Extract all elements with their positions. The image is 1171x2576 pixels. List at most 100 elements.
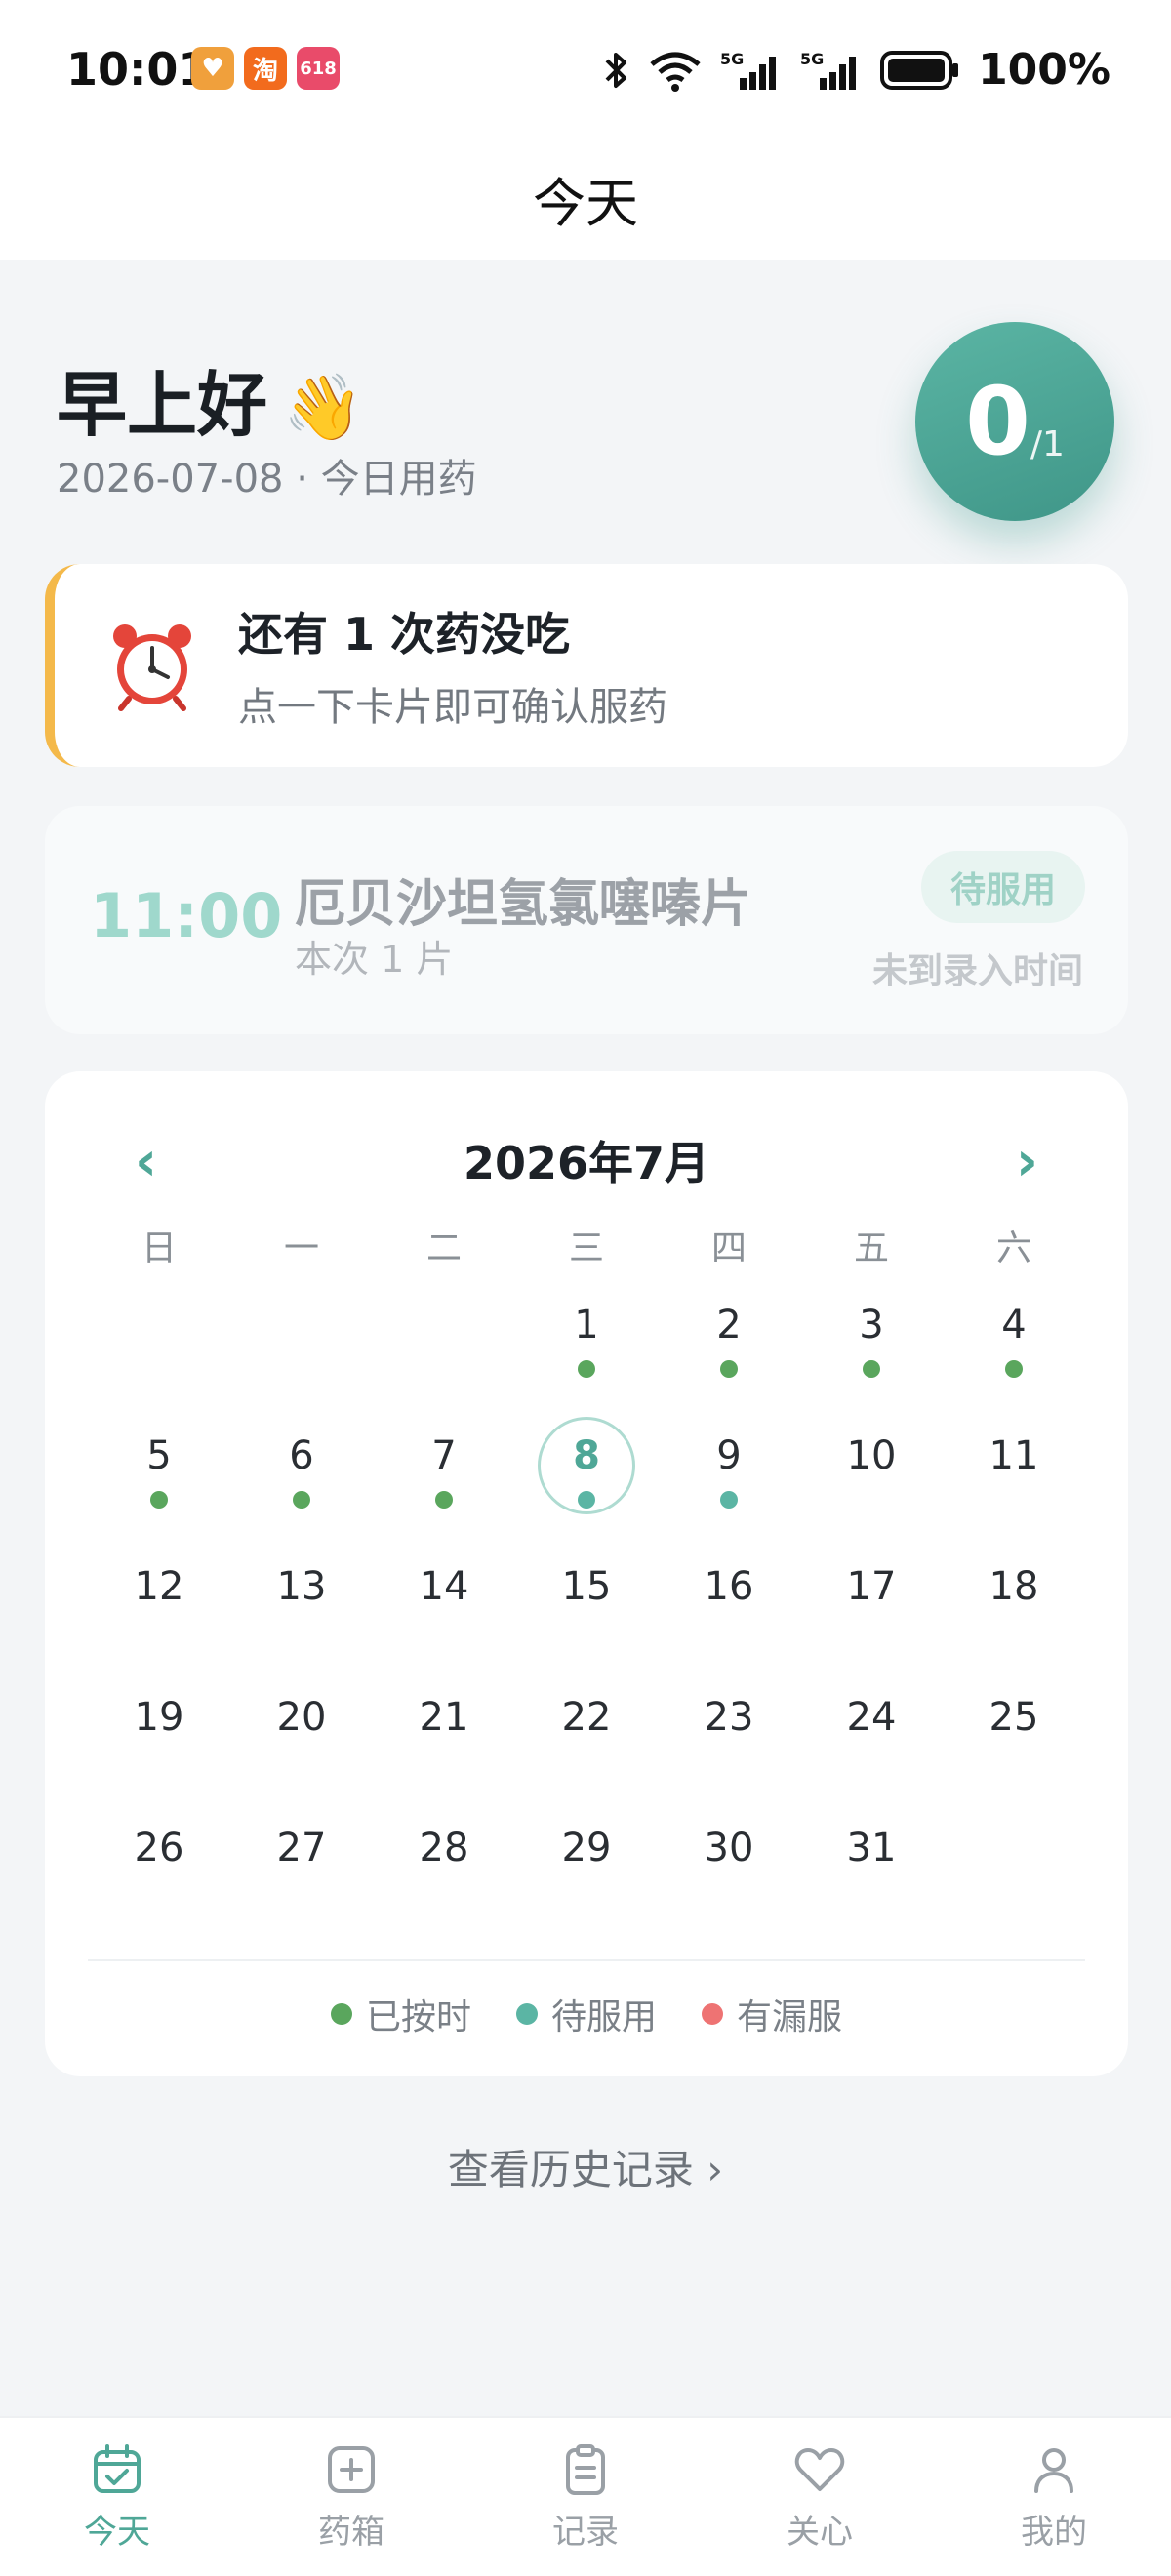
day-number: 7	[431, 1433, 457, 1478]
calendar-day[interactable]: 6	[230, 1423, 373, 1553]
calendar-day[interactable]: 3	[800, 1292, 943, 1423]
medicine-name: 厄贝沙坦氢氯噻嗪片	[295, 875, 752, 934]
weekday-label: 一	[283, 1228, 319, 1268]
progress-total: /1	[1030, 423, 1065, 464]
calendar-day[interactable]: 31	[800, 1815, 943, 1946]
legend-dot-missed	[702, 2003, 723, 2025]
dose-note: 未到录入时间	[871, 951, 1083, 991]
title-bar: 今天	[0, 137, 1171, 260]
calendar-day[interactable]: 13	[230, 1553, 373, 1684]
calendar-day[interactable]: 26	[88, 1815, 230, 1946]
calendar-day[interactable]: 24	[800, 1684, 943, 1815]
day-number: 21	[419, 1695, 469, 1740]
nav-label: 药箱	[318, 2512, 384, 2552]
day-number: 27	[276, 1826, 327, 1871]
calendar-day[interactable]: 1	[515, 1292, 658, 1423]
day-number: 16	[704, 1564, 754, 1609]
dose-status-badge: 待服用	[920, 851, 1085, 923]
day-number: 9	[716, 1433, 742, 1478]
day-status-dot-taken	[435, 1491, 453, 1509]
calendar-day[interactable]: 18	[943, 1553, 1085, 1684]
dose-card[interactable]: 11:00 厄贝沙坦氢氯噻嗪片 本次 1 片 待服用 未到录入时间	[45, 806, 1128, 1034]
day-number: 22	[561, 1695, 612, 1740]
legend-item-pending: 待服用	[515, 1989, 657, 2039]
calendar-legend: 已按时 待服用 有漏服	[45, 1989, 1128, 2039]
calendar-empty-cell	[230, 1292, 373, 1423]
day-status-dot-taken	[863, 1360, 880, 1378]
dose-time: 11:00	[90, 880, 283, 951]
day-number: 20	[276, 1695, 327, 1740]
calendar-day[interactable]: 17	[800, 1553, 943, 1684]
nav-item-care[interactable]: 关心	[703, 2418, 937, 2576]
legend-label: 已按时	[365, 1997, 471, 2037]
calendar-day[interactable]: 28	[373, 1815, 515, 1946]
nav-label: 记录	[552, 2512, 619, 2552]
view-history-link[interactable]: 查看历史记录 ›	[0, 2137, 1171, 2196]
calendar-day[interactable]: 11	[943, 1423, 1085, 1553]
reminder-text: 还有 1 次药没吃 点一下卡片即可确认服药	[238, 599, 667, 732]
day-number: 10	[846, 1433, 897, 1478]
reminder-card[interactable]: 还有 1 次药没吃 点一下卡片即可确认服药	[45, 564, 1128, 767]
calendar-day[interactable]: 5	[88, 1423, 230, 1553]
calendar-day[interactable]: 19	[88, 1684, 230, 1815]
nav-item-today[interactable]: 今天	[0, 2418, 234, 2576]
calendar-day[interactable]: 23	[658, 1684, 800, 1815]
calendar-day[interactable]: 29	[515, 1815, 658, 1946]
day-status-dot-taken	[150, 1491, 168, 1509]
calendar-day-today[interactable]: 8	[515, 1417, 658, 1553]
status-bar: 10:01 ♥ 淘 618 5G 5G 100%	[0, 0, 1171, 137]
calendar-day[interactable]: 20	[230, 1684, 373, 1815]
day-number: 13	[276, 1564, 327, 1609]
reminder-title: 还有 1 次药没吃	[238, 608, 571, 661]
weekday-header: 日 一 二 三 四 五 六	[88, 1220, 1085, 1270]
day-number: 11	[989, 1433, 1039, 1478]
calendar-day[interactable]: 27	[230, 1815, 373, 1946]
day-number: 2	[716, 1303, 742, 1348]
nav-item-records[interactable]: 记录	[468, 2418, 703, 2576]
user-icon	[1034, 2447, 1073, 2493]
svg-text:5G: 5G	[720, 50, 744, 68]
day-number: 19	[134, 1695, 184, 1740]
day-number: 18	[989, 1564, 1039, 1609]
weekday-label: 六	[995, 1228, 1031, 1268]
today-ring	[538, 1417, 635, 1514]
calendar-day[interactable]: 4	[943, 1292, 1085, 1423]
calendar-day[interactable]: 25	[943, 1684, 1085, 1815]
calendar-days-grid: 1 2 3 4 5 6 7 8 9 10 11 12 13 14 15 16 17 18 19 20 21 22 23 24 2…	[88, 1292, 1085, 1946]
calendar-card: 2026年7月 ‹ › 日 一 二 三 四 五 六 1 2 3 4 5 6 7 8 9 10 11 1…	[45, 1071, 1128, 2076]
calendar-day[interactable]: 30	[658, 1815, 800, 1946]
calendar-day[interactable]: 21	[373, 1684, 515, 1815]
day-number: 3	[859, 1303, 884, 1348]
day-number: 15	[561, 1564, 612, 1609]
calendar-day[interactable]: 10	[800, 1423, 943, 1553]
calendar-empty-cell	[88, 1292, 230, 1423]
greeting-text: 早上好	[57, 364, 268, 446]
daily-progress-circle: 0 /1	[915, 322, 1114, 521]
day-status-dot-taken	[1005, 1360, 1023, 1378]
calendar-divider	[88, 1959, 1085, 1961]
calendar-day[interactable]: 14	[373, 1553, 515, 1684]
calendar-day[interactable]: 2	[658, 1292, 800, 1423]
calendar-day[interactable]: 22	[515, 1684, 658, 1815]
taobao-app-icon: 淘	[244, 47, 287, 90]
day-number: 17	[846, 1564, 897, 1609]
calendar-day[interactable]: 9	[658, 1423, 800, 1553]
day-number: 4	[1001, 1303, 1027, 1348]
prev-month-button[interactable]: ‹	[135, 1130, 157, 1193]
wifi-icon	[650, 52, 701, 92]
nav-item-medicine-box[interactable]: 药箱	[234, 2418, 468, 2576]
greeting: 早上好 👋	[57, 347, 363, 450]
legend-dot-taken	[330, 2003, 352, 2025]
calendar-day[interactable]: 15	[515, 1553, 658, 1684]
reminder-subtitle: 点一下卡片即可确认服药	[238, 685, 667, 730]
dose-quantity: 本次 1 片	[295, 938, 454, 981]
legend-item-taken: 已按时	[330, 1989, 471, 2039]
calendar-day[interactable]: 12	[88, 1553, 230, 1684]
next-month-button[interactable]: ›	[1016, 1130, 1038, 1193]
calendar-day[interactable]: 16	[658, 1553, 800, 1684]
calendar-day[interactable]: 7	[373, 1423, 515, 1553]
nav-item-mine[interactable]: 我的	[937, 2418, 1171, 2576]
nav-label: 我的	[1021, 2512, 1087, 2552]
calendar-empty-cell	[373, 1292, 515, 1423]
weekday-label: 三	[568, 1228, 604, 1268]
